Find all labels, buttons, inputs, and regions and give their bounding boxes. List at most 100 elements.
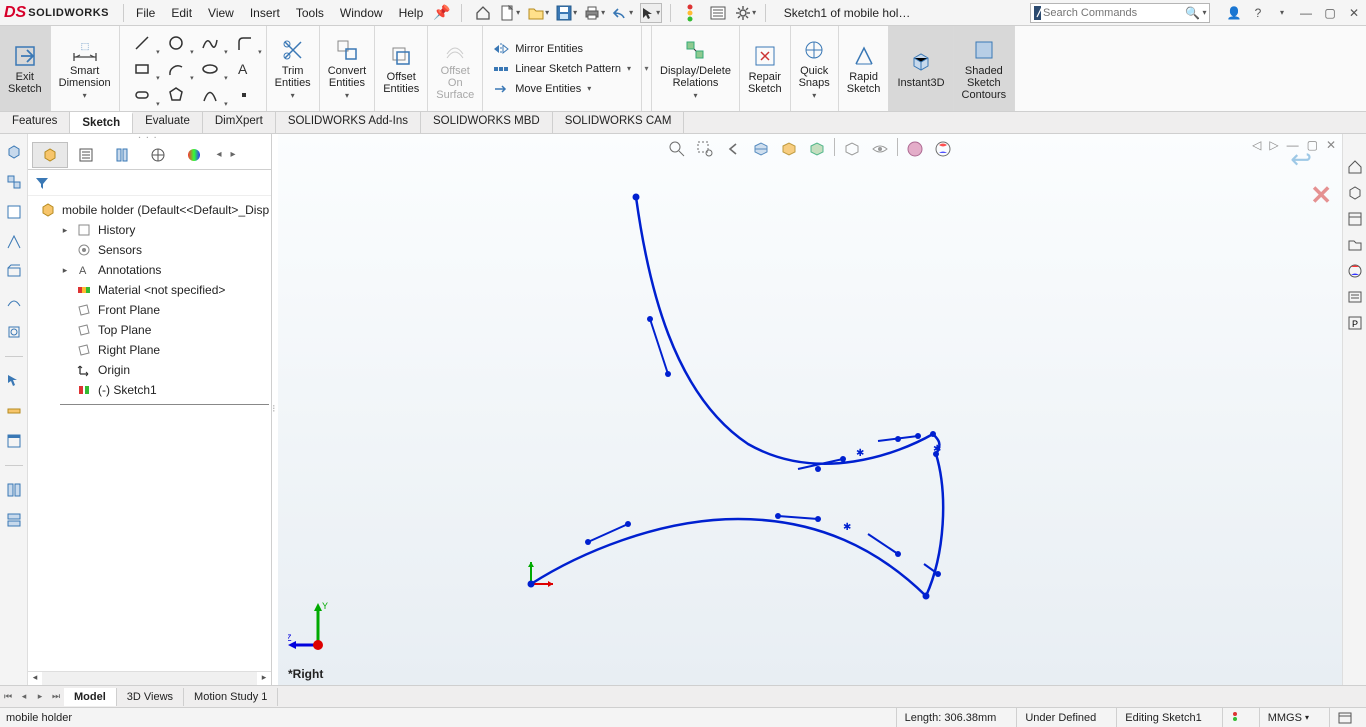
status-maximize-icon[interactable] <box>1329 708 1360 727</box>
user-icon[interactable]: 👤 <box>1226 6 1242 20</box>
assembly-icon[interactable] <box>4 172 24 192</box>
menu-tools[interactable]: Tools <box>296 6 324 20</box>
fillet-tool[interactable]: ▾ <box>232 32 256 54</box>
display-pane-icon[interactable] <box>4 431 24 451</box>
dimxpert-manager-tab[interactable] <box>140 142 176 168</box>
rectangle-tool[interactable]: ▾ <box>130 58 154 80</box>
sheet-metal-icon[interactable] <box>4 262 24 282</box>
tab-cam[interactable]: SOLIDWORKS CAM <box>553 112 685 133</box>
task-custom-props-icon[interactable]: P <box>1346 314 1364 332</box>
new-button[interactable]: ▾ <box>500 3 522 23</box>
tab-3dviews[interactable]: 3D Views <box>117 688 184 706</box>
polygon-tool[interactable] <box>164 84 188 106</box>
menu-view[interactable]: View <box>208 6 234 20</box>
mold-icon[interactable] <box>4 322 24 342</box>
surface-icon[interactable] <box>4 292 24 312</box>
search-input[interactable] <box>1043 7 1185 19</box>
display-delete-relations-button[interactable]: Display/Delete Relations ▾ <box>652 26 740 111</box>
config-icon[interactable] <box>4 480 24 500</box>
task-file-explorer-icon[interactable] <box>1346 236 1364 254</box>
tab-evaluate[interactable]: Evaluate <box>133 112 203 133</box>
tree-annotations[interactable]: ▸A Annotations <box>30 260 269 280</box>
line-tool[interactable]: ▾ <box>130 32 154 54</box>
offset-entities-button[interactable]: Offset Entities <box>375 26 428 111</box>
slot-tool[interactable]: ▾ <box>130 84 154 106</box>
home-button[interactable] <box>472 3 494 23</box>
menu-edit[interactable]: Edit <box>171 6 192 20</box>
tab-features[interactable]: Features <box>0 112 70 133</box>
magnifier-icon[interactable]: 🔍 <box>1185 6 1200 20</box>
trim-entities-button[interactable]: Trim Entities ▾ <box>267 26 320 111</box>
tree-hscroll[interactable]: ◂▸ <box>28 671 271 685</box>
tab-addins[interactable]: SOLIDWORKS Add-Ins <box>276 112 421 133</box>
open-button[interactable]: ▾ <box>528 3 550 23</box>
tree-right-plane[interactable]: Right Plane <box>30 340 269 360</box>
tab-model[interactable]: Model <box>64 688 117 706</box>
graphics-viewport[interactable]: ◁ ▷ — ▢ ✕ ↩ ✕ <box>278 134 1342 685</box>
menu-help[interactable]: Help <box>399 6 424 20</box>
drawing-icon[interactable] <box>4 202 24 222</box>
tab-motion-study[interactable]: Motion Study 1 <box>184 688 278 706</box>
menu-insert[interactable]: Insert <box>250 6 280 20</box>
move-entities-button[interactable]: Move Entities ▾ <box>493 82 631 96</box>
text-tool[interactable]: A <box>232 58 256 80</box>
close-button[interactable]: ✕ <box>1346 6 1362 20</box>
ribbon-expand-icon[interactable]: ▾ <box>645 64 649 73</box>
feature-tree-tab[interactable] <box>32 142 68 168</box>
menu-window[interactable]: Window <box>340 6 383 20</box>
traffic-light-icon[interactable] <box>679 3 701 23</box>
tree-front-plane[interactable]: Front Plane <box>30 300 269 320</box>
tab-dimxpert[interactable]: DimXpert <box>203 112 276 133</box>
tree-root[interactable]: mobile holder (Default<<Default>_Disp <box>30 200 269 220</box>
quick-snaps-button[interactable]: Quick Snaps ▾ <box>791 26 839 111</box>
repair-sketch-button[interactable]: Repair Sketch <box>740 26 791 111</box>
task-appearances-icon[interactable] <box>1346 288 1364 306</box>
tab-mbd[interactable]: SOLIDWORKS MBD <box>421 112 553 133</box>
config2-icon[interactable] <box>4 510 24 530</box>
tree-sketch1[interactable]: (-) Sketch1 <box>30 380 269 400</box>
options-list-icon[interactable] <box>707 3 729 23</box>
tab-last[interactable]: ⏭ <box>48 691 64 702</box>
view-triad[interactable]: Y Z <box>288 597 348 657</box>
tree-tabs-prev[interactable]: ◂ <box>212 149 226 160</box>
arc-tool[interactable]: ▾ <box>164 58 188 80</box>
weldment-icon[interactable] <box>4 232 24 252</box>
print-button[interactable]: ▾ <box>584 3 606 23</box>
tree-material[interactable]: Material <not specified> <box>30 280 269 300</box>
shaded-contours-button[interactable]: Shaded Sketch Contours <box>954 26 1016 111</box>
tab-sketch[interactable]: Sketch <box>70 112 133 133</box>
tree-history[interactable]: ▸ History <box>30 220 269 240</box>
task-resources-icon[interactable] <box>1346 184 1364 202</box>
mirror-entities-button[interactable]: Mirror Entities <box>493 42 631 56</box>
status-rebuild-icon[interactable] <box>1222 708 1247 727</box>
tree-sensors[interactable]: Sensors <box>30 240 269 260</box>
point-tool[interactable] <box>232 84 256 106</box>
instant3d-button[interactable]: Instant3D <box>889 26 953 111</box>
help-icon[interactable]: ? <box>1250 6 1266 20</box>
selection-filter-icon[interactable] <box>4 371 24 391</box>
tab-prev[interactable]: ◂ <box>16 691 32 702</box>
settings-gear-icon[interactable]: ▾ <box>735 3 757 23</box>
status-units[interactable]: MMGS ▾ <box>1259 708 1317 727</box>
smart-dimension-button[interactable]: ⬚ Smart Dimension ▾ <box>51 26 120 111</box>
tree-filter[interactable] <box>28 170 271 196</box>
maximize-button[interactable]: ▢ <box>1322 6 1338 20</box>
task-home-icon[interactable] <box>1346 158 1364 176</box>
linear-pattern-button[interactable]: Linear Sketch Pattern ▾ <box>493 62 631 76</box>
minimize-button[interactable]: — <box>1298 6 1314 20</box>
circle-tool[interactable]: ▾ <box>164 32 188 54</box>
menu-file[interactable]: File <box>136 6 155 20</box>
search-dropdown[interactable]: ▾ <box>1200 8 1209 17</box>
tree-tabs-next[interactable]: ▸ <box>226 149 240 160</box>
tab-first[interactable]: ⏮ <box>0 691 16 702</box>
select-button[interactable]: ▾ <box>640 3 662 23</box>
undo-button[interactable]: ▾ <box>612 3 634 23</box>
ellipse-tool[interactable]: ▾ <box>198 58 222 80</box>
tree-top-plane[interactable]: Top Plane <box>30 320 269 340</box>
conic-tool[interactable]: ▾ <box>198 84 222 106</box>
search-commands[interactable]: 🔍 ▾ <box>1030 3 1210 23</box>
task-design-library-icon[interactable] <box>1346 210 1364 228</box>
display-manager-tab[interactable] <box>176 142 212 168</box>
tab-next[interactable]: ▸ <box>32 691 48 702</box>
task-view-palette-icon[interactable] <box>1346 262 1364 280</box>
